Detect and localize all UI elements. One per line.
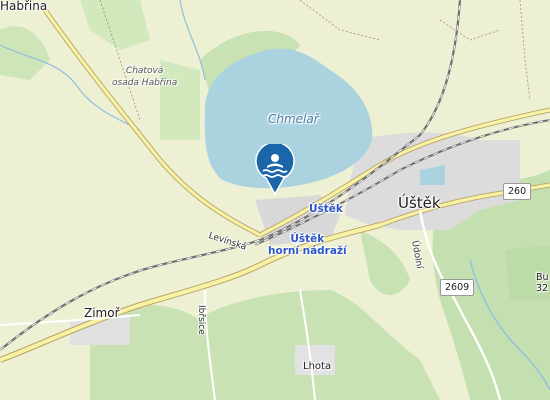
footpath <box>519 0 531 101</box>
place-label-ustek: Úštěk <box>398 194 441 212</box>
place-label-habrina: Habřina <box>0 0 48 13</box>
forest-area <box>0 26 50 80</box>
street-label-ibrsice: Ibřsice <box>196 305 206 335</box>
station-label-ustek: Úštěk <box>309 203 343 215</box>
forest-area <box>80 0 150 50</box>
road-shield-2609: 2609 <box>440 279 475 296</box>
footpath <box>439 19 501 41</box>
map-base-layer <box>0 0 550 400</box>
place-label-lhota: Lhota <box>303 361 332 372</box>
station-label-horni-line1: Úštěk <box>290 233 325 245</box>
station-label-ustek-horni: Úštěk horní nádraží <box>268 233 347 257</box>
road-shield-260: 260 <box>503 183 532 200</box>
place-label-bud-name: Bu <box>536 272 549 283</box>
place-label-chatova-line1: Chatová <box>125 66 164 76</box>
map-view[interactable]: Habřina Chatová osada Habřina Chmelař Úš… <box>0 0 550 400</box>
place-label-chatova-line2: osada Habřina <box>112 78 178 88</box>
place-label-zimor: Zimoř <box>84 306 120 320</box>
footpath <box>299 0 381 41</box>
lake-label-chmelar: Chmelař <box>268 112 319 126</box>
station-label-horni-line2: horní nádraží <box>268 245 347 257</box>
swimming-icon <box>255 141 295 196</box>
place-label-bud: Bu 32 <box>536 272 549 294</box>
forest-area <box>360 230 410 295</box>
place-label-bud-elevation: 32 <box>536 283 549 294</box>
place-label-chatova-osada: Chatová osada Habřina <box>112 65 177 89</box>
location-marker[interactable] <box>252 141 298 196</box>
